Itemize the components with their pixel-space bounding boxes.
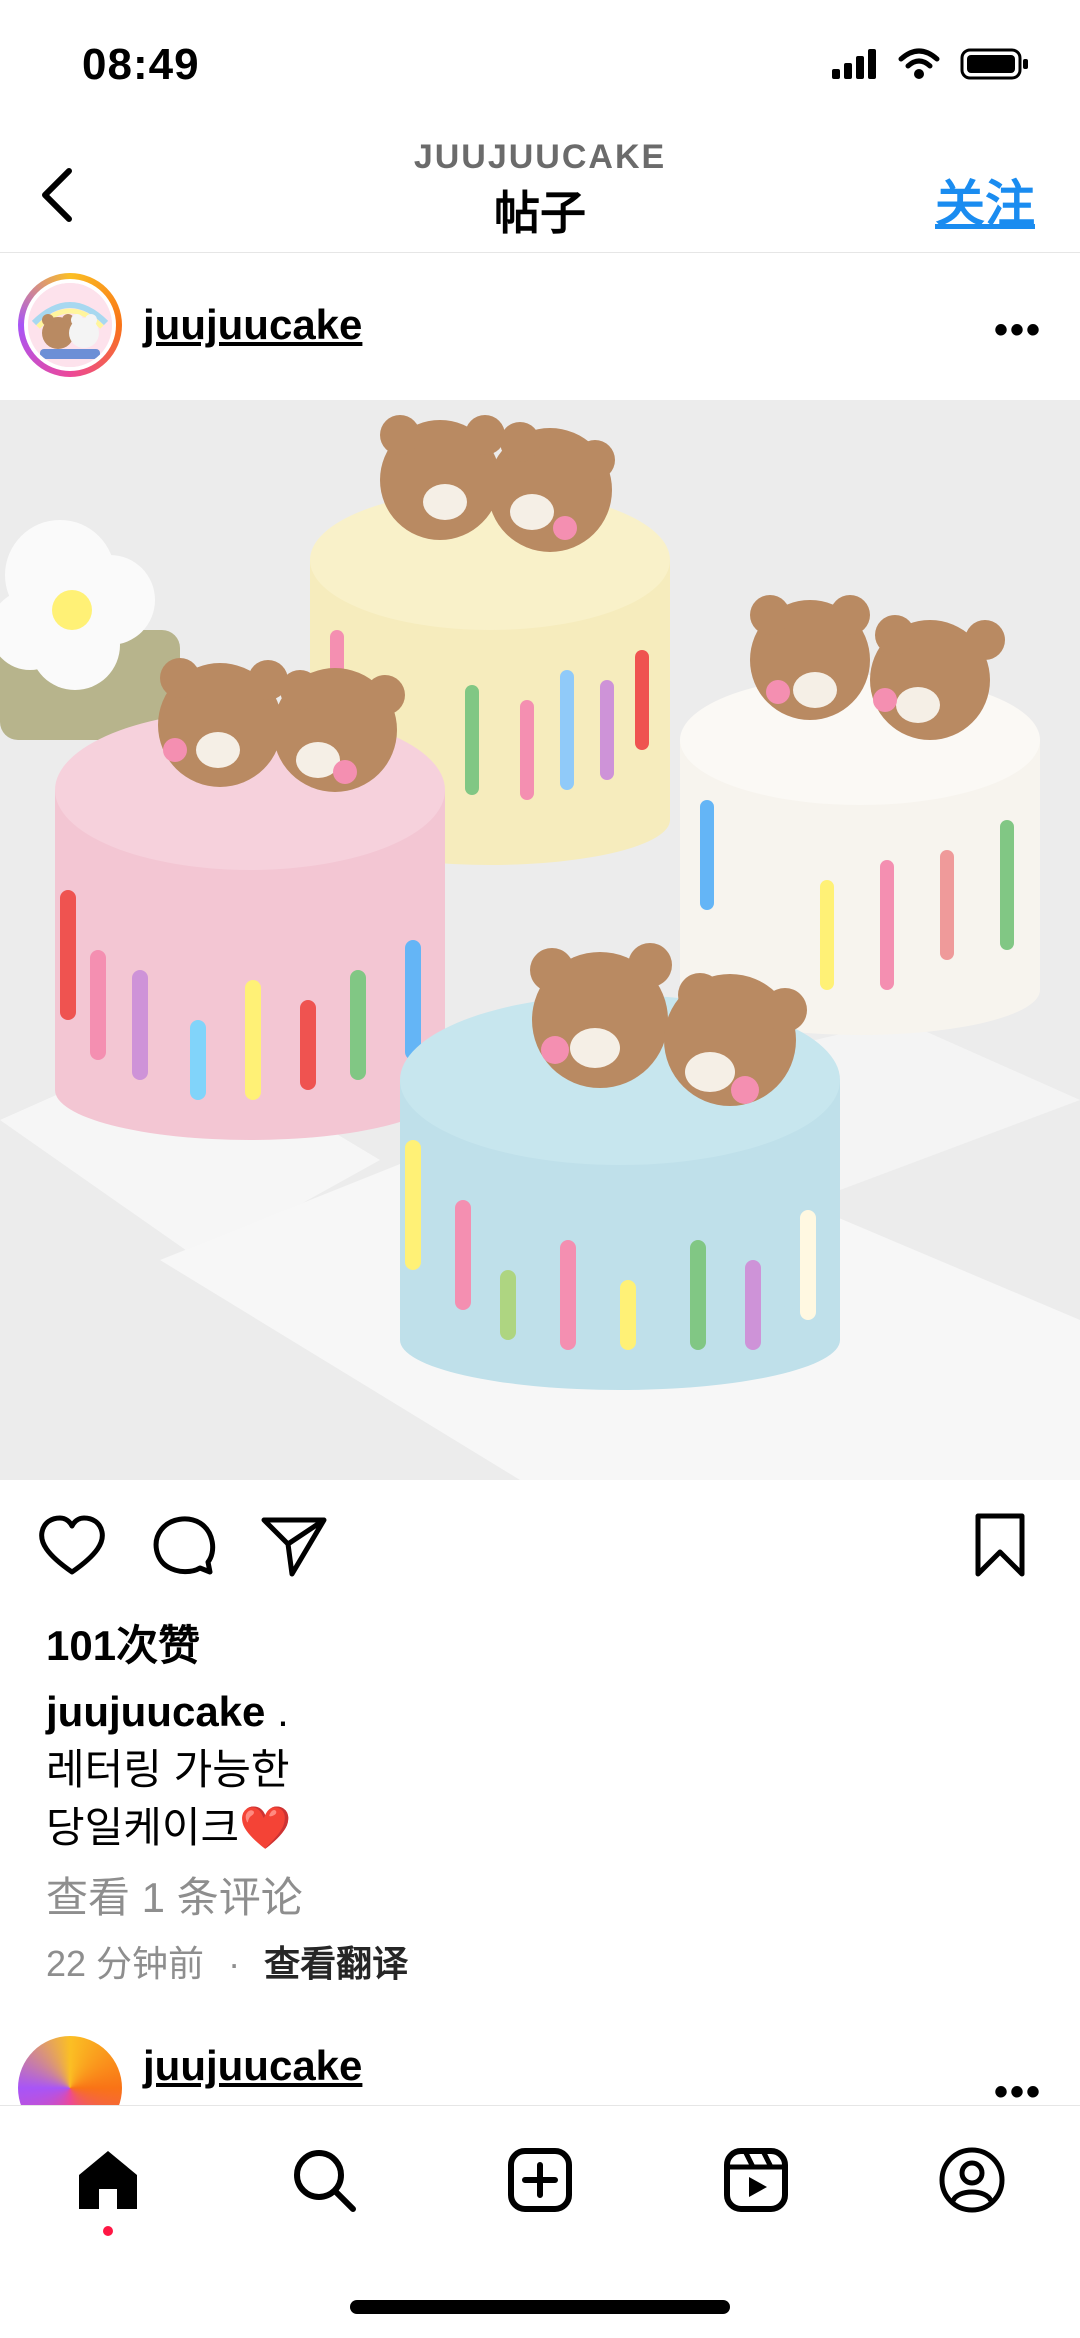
like-button[interactable]: [36, 1510, 108, 1587]
comment-button[interactable]: [148, 1510, 220, 1587]
post-header: juujuucake •••: [0, 253, 1080, 400]
post-time: 22 分钟前: [46, 1943, 205, 1984]
nav-header: JUUJUUCAKE 帖子 关注: [0, 138, 1080, 253]
page-title: 帖子: [494, 187, 586, 239]
caption-line-1: 레터링 가능한: [46, 1746, 290, 1793]
cellular-signal-icon: [832, 49, 876, 79]
tab-search[interactable]: [284, 2140, 364, 2220]
avatar-image: [28, 283, 112, 367]
post-caption: juujuucake . 레터링 가능한 당일케이크❤️: [46, 1683, 292, 1857]
tab-profile[interactable]: [932, 2140, 1012, 2220]
more-icon[interactable]: •••: [994, 308, 1042, 353]
notification-dot: [103, 2226, 113, 2236]
follow-button[interactable]: 关注: [935, 164, 1035, 236]
likes-count[interactable]: 101次赞: [46, 1612, 200, 1673]
post-image[interactable]: [0, 400, 1080, 1480]
share-icon: [261, 1517, 327, 1577]
status-time: 08:49: [82, 40, 200, 89]
search-icon: [294, 2150, 356, 2212]
comment-icon: [153, 1516, 216, 1575]
view-comments-link[interactable]: 查看 1 条评论: [46, 1864, 303, 1925]
share-button[interactable]: [258, 1510, 330, 1587]
header-account: JUUJUUCAKE: [413, 138, 667, 176]
avatar[interactable]: [18, 273, 122, 377]
tab-reels[interactable]: [716, 2140, 796, 2220]
status-bar: 08:49: [0, 0, 1080, 140]
next-post-header: juujuucake •••: [0, 2030, 1080, 2110]
heart-icon: [39, 1515, 105, 1575]
caption-text-start: .: [265, 1688, 289, 1735]
home-indicator: [350, 2300, 730, 2314]
save-button[interactable]: [964, 1510, 1036, 1587]
reels-icon: [724, 2148, 788, 2212]
tab-home[interactable]: [68, 2140, 148, 2220]
post-meta: 22 分钟前 · 查看翻译: [46, 1935, 408, 1987]
post-username[interactable]: juujuucake: [143, 301, 362, 349]
bookmark-icon: [975, 1513, 1025, 1577]
header-title-block: JUUJUUCAKE 帖子: [0, 138, 1080, 243]
meta-separator: ·: [228, 1943, 241, 1984]
battery-icon: [960, 48, 1028, 80]
caption-username[interactable]: juujuucake: [46, 1688, 265, 1735]
next-post-avatar[interactable]: [18, 2036, 122, 2110]
home-icon: [79, 2151, 137, 2209]
translate-link[interactable]: 查看翻译: [264, 1943, 408, 1984]
wifi-icon: [898, 48, 940, 79]
create-icon: [508, 2148, 572, 2212]
tab-create[interactable]: [500, 2140, 580, 2220]
more-icon[interactable]: •••: [994, 2070, 1042, 2110]
profile-icon: [939, 2147, 1005, 2213]
caption-line-2: 당일케이크❤️: [46, 1804, 292, 1851]
next-post-username[interactable]: juujuucake: [143, 2042, 362, 2090]
post-actions: [0, 1510, 1080, 1610]
